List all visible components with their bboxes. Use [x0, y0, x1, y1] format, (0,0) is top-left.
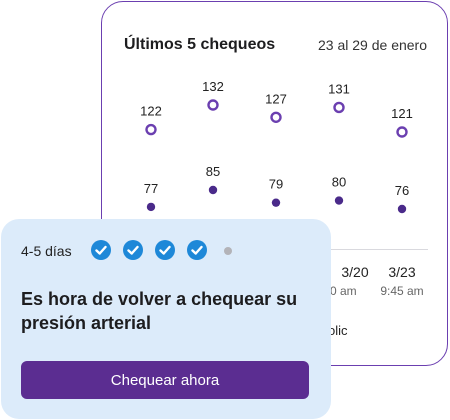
series-1-point-1	[145, 123, 157, 136]
series-2-label-5: 76	[395, 183, 409, 198]
series-2-point-1	[146, 202, 156, 212]
streak-label: 4-5 días	[21, 243, 72, 259]
check-icon	[91, 240, 111, 260]
axis-divider	[324, 249, 428, 250]
series-1-label-3: 127	[265, 91, 287, 106]
series-2-label-1: 77	[144, 181, 158, 196]
check-icon	[187, 240, 207, 260]
series-2-label-2: 85	[206, 164, 220, 179]
reminder-message: Es hora de volver a chequear su presión …	[21, 289, 298, 333]
series-1-point-5	[396, 126, 408, 138]
date-label-5: 3/23	[388, 264, 416, 280]
series-2-point-3	[271, 198, 281, 207]
reminder-card: 4-5 días Es hora de volver a chequear su…	[1, 219, 331, 419]
series-2-point-2	[208, 185, 218, 195]
series-2-label-4: 80	[332, 175, 346, 190]
time-label-5: 9:45 am	[380, 284, 424, 298]
series-1-point-3	[270, 111, 282, 123]
series-2-point-4	[334, 196, 344, 205]
series-1-label-5: 121	[391, 106, 413, 121]
series-1-label-2: 132	[202, 79, 224, 94]
pending-check-dot	[224, 247, 232, 255]
check-icon	[123, 240, 143, 260]
series-2-label-3: 79	[269, 177, 283, 192]
series-1-point-4	[333, 101, 345, 114]
series-1-label-1: 122	[140, 104, 162, 119]
check-icon	[155, 240, 175, 260]
series-2-point-5	[397, 204, 407, 214]
series-1-point-2	[207, 99, 219, 111]
check-now-button[interactable]: Chequear ahora	[21, 361, 309, 399]
series-1-label-4: 131	[328, 81, 350, 96]
